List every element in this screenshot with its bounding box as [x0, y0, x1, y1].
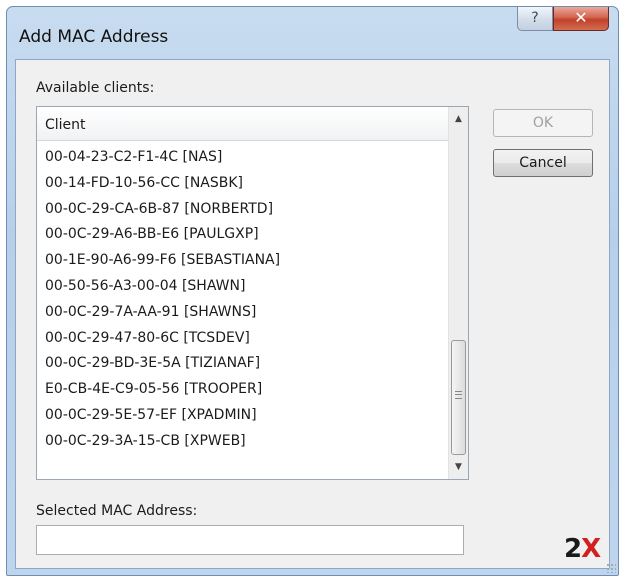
list-item[interactable]: 00-0C-29-A6-BB-E6 [PAULGXP] [37, 222, 448, 248]
2x-logo: 2X [564, 534, 601, 564]
close-icon: ✕ [574, 8, 588, 27]
dialog-body: Available clients: Client 00-04-23-C2-F1… [15, 59, 610, 569]
help-icon: ? [531, 10, 539, 26]
available-clients-label: Available clients: [36, 80, 155, 96]
add-mac-address-dialog: Add MAC Address ? ✕ Available clients: C… [6, 6, 619, 576]
list-item[interactable]: 00-0C-29-CA-6B-87 [NORBERTD] [37, 197, 448, 223]
list-item[interactable]: 00-0C-29-BD-3E-5A [TIZIANAF] [37, 351, 448, 377]
logo-x: X [581, 534, 601, 564]
scroll-up-arrow-icon[interactable]: ▲ [449, 111, 468, 128]
list-item[interactable]: 00-0C-29-3A-15-CB [XPWEB] [37, 429, 448, 455]
close-button[interactable]: ✕ [553, 7, 609, 31]
list-item[interactable]: 00-1E-90-A6-99-F6 [SEBASTIANA] [37, 248, 448, 274]
dialog-title: Add MAC Address [19, 27, 169, 47]
list-item[interactable]: 00-0C-29-7A-AA-91 [SHAWNS] [37, 300, 448, 326]
list-item[interactable]: 00-50-56-A3-00-04 [SHAWN] [37, 274, 448, 300]
grip-icon [455, 391, 462, 399]
selected-mac-input[interactable] [36, 525, 464, 555]
list-item[interactable]: 00-04-23-C2-F1-4C [NAS] [37, 145, 448, 171]
resize-grip-icon[interactable] [606, 563, 616, 573]
list-item[interactable]: 00-0C-29-5E-57-EF [XPADMIN] [37, 403, 448, 429]
title-bar[interactable]: Add MAC Address ? ✕ [7, 7, 618, 59]
logo-main: 2 [564, 534, 582, 564]
list-item[interactable]: E0-CB-4E-C9-05-56 [TROOPER] [37, 377, 448, 403]
list-item[interactable]: 00-14-FD-10-56-CC [NASBK] [37, 171, 448, 197]
cancel-button[interactable]: Cancel [493, 149, 593, 177]
column-header-client[interactable]: Client [37, 107, 448, 141]
clients-rows: 00-04-23-C2-F1-4C [NAS] 00-14-FD-10-56-CC… [37, 145, 448, 455]
selected-mac-label: Selected MAC Address: [36, 503, 198, 519]
scroll-down-arrow-icon[interactable]: ▼ [449, 459, 468, 476]
vertical-scrollbar[interactable]: ▲ ▼ [448, 107, 468, 479]
scroll-thumb[interactable] [451, 340, 466, 455]
ok-button[interactable]: OK [493, 109, 593, 137]
clients-list[interactable]: Client 00-04-23-C2-F1-4C [NAS] 00-14-FD-1… [36, 106, 469, 480]
list-item[interactable]: 00-0C-29-47-80-6C [TCSDEV] [37, 326, 448, 352]
help-button[interactable]: ? [517, 7, 553, 31]
